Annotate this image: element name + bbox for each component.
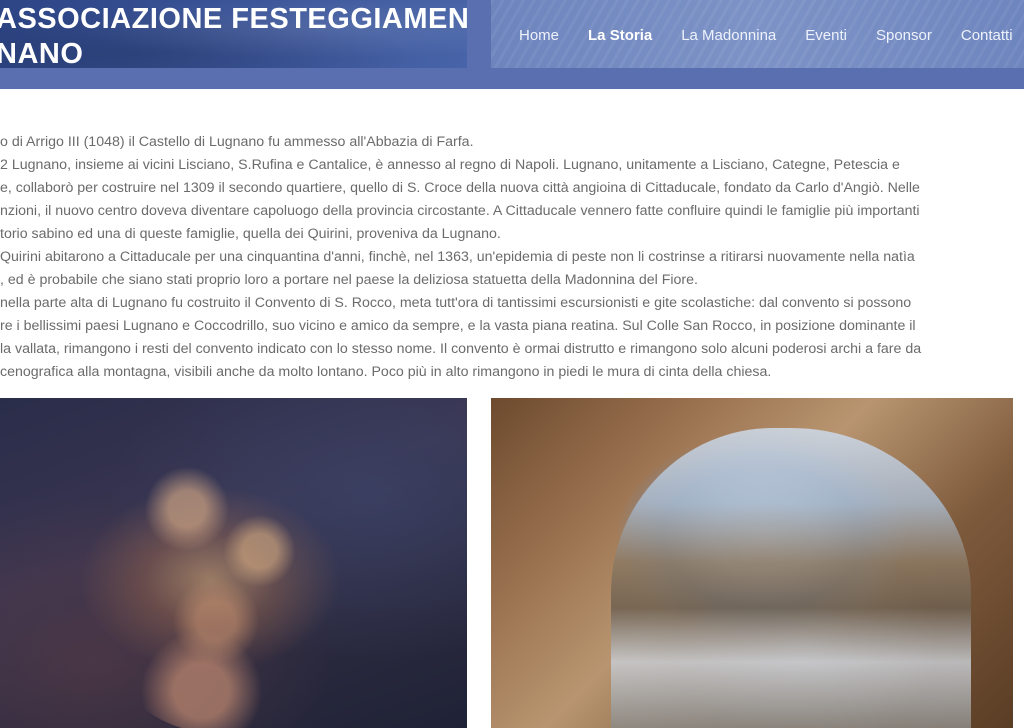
village-illustration <box>100 453 390 728</box>
main-nav: Home La Storia La Madonnina Eventi Spons… <box>519 26 1013 48</box>
text-line: 2 Lugnano, insieme ai vicini Lisciano, S… <box>0 157 900 173</box>
site-header: ASSOCIAZIONE FESTEGGIAMENTI NANO Home La… <box>0 0 1024 89</box>
nav-home[interactable]: Home <box>519 26 559 48</box>
paragraph-4: nella parte alta di Lugnano fu costruito… <box>0 292 1014 384</box>
photo-lugnano-night[interactable] <box>0 398 467 728</box>
text-line: torio sabino ed una di queste famiglie, … <box>0 226 501 242</box>
text-line: e, collaborò per costruire nel 1309 il s… <box>0 180 920 196</box>
cave-opening-illustration <box>611 428 971 728</box>
logo-line-1: ASSOCIAZIONE FESTEGGIAMENTI <box>0 3 467 35</box>
site-logo-text[interactable]: ASSOCIAZIONE FESTEGGIAMENTI NANO <box>0 2 467 68</box>
nav-la-storia[interactable]: La Storia <box>588 26 652 48</box>
photo-cave-view[interactable] <box>491 398 1013 728</box>
nav-la-madonnina[interactable]: La Madonnina <box>681 26 776 48</box>
nav-eventi[interactable]: Eventi <box>805 26 847 48</box>
nav-sponsor[interactable]: Sponsor <box>876 26 932 48</box>
text-line: re i bellissimi paesi Lugnano e Coccodri… <box>0 318 916 334</box>
paragraph-1: o di Arrigo III (1048) il Castello di Lu… <box>0 131 1014 154</box>
history-text: o di Arrigo III (1048) il Castello di Lu… <box>0 131 1014 384</box>
text-line: nzioni, il nuovo centro doveva diventare… <box>0 203 920 219</box>
nav-contatti[interactable]: Contatti <box>961 26 1013 48</box>
text-line: la vallata, rimangono i resti del conven… <box>0 341 922 357</box>
paragraph-3: Quirini abitarono a Cittaducale per una … <box>0 246 1014 292</box>
text-line: cenografica alla montagna, visibili anch… <box>0 364 772 380</box>
logo-line-2: NANO <box>0 38 84 68</box>
text-line: , ed è probabile che siano stati proprio… <box>0 272 698 288</box>
paragraph-2: 2 Lugnano, insieme ai vicini Lisciano, S… <box>0 154 1014 246</box>
text-line: o di Arrigo III (1048) il Castello di Lu… <box>0 134 474 150</box>
text-line: nella parte alta di Lugnano fu costruito… <box>0 295 912 311</box>
text-line: Quirini abitarono a Cittaducale per una … <box>0 249 915 265</box>
logo-banner[interactable]: ASSOCIAZIONE FESTEGGIAMENTI NANO <box>0 0 467 68</box>
